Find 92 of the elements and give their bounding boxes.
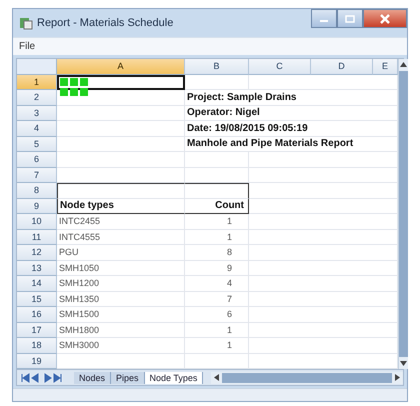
grid-cell[interactable]: PGU bbox=[57, 245, 185, 260]
table-cell-text: 4 bbox=[226, 278, 232, 288]
row-header[interactable]: 5 bbox=[17, 136, 57, 152]
grid-cell[interactable] bbox=[57, 183, 185, 198]
row-header[interactable]: 4 bbox=[17, 121, 57, 136]
grid-cell[interactable]: 1 bbox=[185, 214, 249, 230]
grid-cell[interactable]: Project: Sample Drains bbox=[185, 90, 398, 106]
row-header[interactable]: 13 bbox=[17, 260, 57, 276]
grid-cell[interactable]: SMH1500 bbox=[57, 307, 185, 322]
row-header[interactable]: 14 bbox=[17, 276, 57, 292]
close-button[interactable] bbox=[363, 9, 407, 28]
grid-cell[interactable]: 1 bbox=[185, 322, 249, 338]
grid-cell[interactable]: 4 bbox=[185, 276, 249, 292]
column-header[interactable]: E bbox=[373, 59, 398, 74]
maximize-button[interactable] bbox=[337, 9, 363, 28]
table-cell-text: INTC2455 bbox=[58, 216, 100, 226]
grid-cell[interactable]: SMH1350 bbox=[57, 292, 185, 307]
left-arrow-icon[interactable] bbox=[214, 374, 220, 381]
sheet-tab[interactable]: Nodes bbox=[74, 372, 112, 384]
table-cell-text: SMH3000 bbox=[58, 340, 100, 350]
table-cell-text: INTC4555 bbox=[58, 232, 100, 242]
table-cell-text: SMH1050 bbox=[58, 262, 100, 273]
grid-cell[interactable]: SMH3000 bbox=[57, 338, 185, 354]
spreadsheet-icon bbox=[19, 16, 33, 30]
table-cell-text: 8 bbox=[226, 247, 232, 258]
column-header[interactable]: C bbox=[249, 59, 311, 74]
report-heading: Operator: Nigel bbox=[187, 107, 260, 118]
row-header[interactable]: 6 bbox=[17, 152, 57, 168]
grid-cell[interactable] bbox=[185, 183, 249, 198]
row-header[interactable]: 7 bbox=[17, 168, 57, 183]
sheet-tab[interactable]: Pipes bbox=[111, 372, 145, 384]
report-heading: Manhole and Pipe Materials Report bbox=[187, 138, 354, 150]
row-header[interactable]: 19 bbox=[17, 354, 57, 369]
menu-item[interactable]: File bbox=[19, 41, 36, 52]
down-arrow-icon[interactable] bbox=[400, 361, 407, 366]
grid-cell[interactable]: 6 bbox=[185, 307, 249, 322]
right-arrow-icon[interactable] bbox=[395, 374, 400, 381]
grid-cell[interactable]: 1 bbox=[185, 230, 249, 245]
table-cell-text: SMH1350 bbox=[58, 294, 100, 304]
vertical-scrollbar[interactable] bbox=[398, 59, 408, 369]
grid-cell[interactable]: SMH1800 bbox=[57, 322, 185, 338]
minimize-button[interactable] bbox=[311, 9, 337, 28]
grid-cell[interactable]: Node types bbox=[57, 198, 185, 214]
grid-cell[interactable]: SMH1200 bbox=[57, 276, 185, 292]
horizontal-scrollbar[interactable] bbox=[211, 372, 403, 384]
select-all-corner[interactable] bbox=[17, 59, 57, 74]
grid-cell[interactable]: Manhole and Pipe Materials Report bbox=[185, 136, 398, 152]
grid-cell[interactable]: 1 bbox=[185, 338, 249, 354]
grid-cell[interactable]: Count bbox=[185, 198, 249, 214]
grid-cell[interactable]: Operator: Nigel bbox=[185, 106, 398, 121]
column-header[interactable]: D bbox=[311, 59, 373, 74]
grid-cell[interactable]: 7 bbox=[185, 292, 249, 307]
report-heading: Date: 19/08/2015 09:05:19 bbox=[187, 122, 308, 134]
row-header[interactable]: 16 bbox=[17, 307, 57, 322]
table-cell-text: PGU bbox=[58, 247, 79, 258]
table-cell-text: SMH1200 bbox=[58, 278, 100, 288]
row-header[interactable]: 8 bbox=[17, 183, 57, 198]
column-header[interactable]: B bbox=[185, 59, 249, 74]
grid-cell[interactable]: SMH1050 bbox=[57, 260, 185, 276]
row-header[interactable]: 17 bbox=[17, 322, 57, 338]
row-header[interactable]: 9 bbox=[17, 198, 57, 214]
close-icon bbox=[379, 14, 391, 24]
table-cell-text: 7 bbox=[226, 294, 232, 304]
grid-cell[interactable]: 9 bbox=[185, 260, 249, 276]
table-cell-text: 9 bbox=[226, 262, 232, 273]
grid-cell[interactable]: INTC4555 bbox=[57, 230, 185, 245]
row-header[interactable]: 1 bbox=[17, 74, 57, 90]
report-heading: Project: Sample Drains bbox=[187, 92, 296, 103]
row-header[interactable]: 2 bbox=[17, 90, 57, 106]
grid-cell[interactable]: INTC2455 bbox=[57, 214, 185, 230]
grid-cell[interactable]: 8 bbox=[185, 245, 249, 260]
column-label: Node types bbox=[59, 200, 114, 212]
up-arrow-icon[interactable] bbox=[400, 62, 407, 67]
table-cell-text: SMH1800 bbox=[58, 324, 100, 335]
column-label: Count bbox=[214, 200, 245, 212]
table-cell-text: 1 bbox=[226, 324, 232, 335]
table-cell-text: 1 bbox=[226, 340, 232, 350]
sheet-tab[interactable]: Node Types bbox=[144, 372, 204, 384]
table-cell-text: 1 bbox=[226, 216, 232, 226]
table-cell-text: 6 bbox=[226, 309, 232, 320]
row-header[interactable]: 18 bbox=[17, 338, 57, 354]
table-cell-text: SMH1500 bbox=[58, 309, 100, 320]
table-cell-text: 1 bbox=[226, 232, 232, 242]
row-header[interactable]: 3 bbox=[17, 106, 57, 121]
row-header[interactable]: 10 bbox=[17, 214, 57, 230]
column-header[interactable]: A bbox=[57, 59, 185, 74]
row-header[interactable]: 12 bbox=[17, 245, 57, 260]
row-header[interactable]: 15 bbox=[17, 292, 57, 307]
maximize-icon bbox=[345, 14, 355, 22]
row-header[interactable]: 11 bbox=[17, 230, 57, 245]
window-title: Report - Materials Schedule bbox=[37, 17, 174, 29]
grid-cell[interactable]: Date: 19/08/2015 09:05:19 bbox=[185, 121, 398, 136]
